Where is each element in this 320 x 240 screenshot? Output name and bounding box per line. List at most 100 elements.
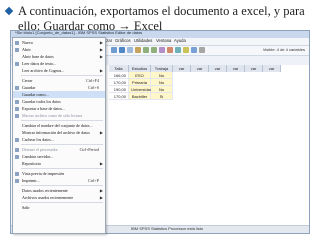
table-cell[interactable]: No [151,72,173,79]
column-header[interactable]: Talla [109,65,129,72]
menu-item-label: Cerrar [22,78,33,83]
table-cell[interactable]: Sí [151,93,173,100]
menu-item-abrir[interactable]: Abrir ▶ [13,46,105,53]
menu-item-label: Archivos usados recientemente [22,195,74,200]
column-header[interactable]: var [227,65,245,72]
table-cell[interactable]: 170,00 [109,79,129,86]
insert-cases-icon[interactable] [183,47,189,53]
submenu-arrow-icon: ▶ [99,130,103,135]
redo-icon[interactable] [151,47,157,53]
split-file-icon[interactable] [199,47,205,53]
menu-item-label: Vista previa de impresión [22,171,64,176]
open-icon [15,47,19,52]
column-header[interactable]: Trabaja [151,65,173,72]
menu-item-leer-cognos[interactable]: Leer archivo de Cognos... ▶ [13,67,105,74]
insert-variable-icon[interactable] [191,47,197,53]
table-cell[interactable]: Primaria [129,79,151,86]
menu-separator [21,168,103,169]
menu-item-label: Repositorio [22,161,42,166]
menu-shortcut: Ctrl+F4 [85,78,99,83]
variables-icon[interactable] [167,47,173,53]
menu-item-label: Exportar a base de datos... [22,106,66,111]
menu-item-archivos-recientes[interactable]: Archivos usados recientemente ▶ [13,194,105,201]
menu-item-exportar-bd[interactable]: Exportar a base de datos... [13,105,105,112]
table-cell[interactable]: ESO [129,72,151,79]
table-cell[interactable]: No [151,86,173,93]
column-header[interactable]: var [209,65,227,72]
column-header[interactable]: Estudios [129,65,151,72]
submenu-arrow-icon: ▶ [99,54,103,59]
menu-item-renombrar-conjunto[interactable]: Cambiar el nombre del conjunto de datos.… [13,122,105,129]
menu-item-imprimir[interactable]: Imprimir... Ctrl+P [13,177,105,184]
menu-item-cambiar-servidor[interactable]: Cambiar servidor... [13,153,105,160]
menu-item-label: Leer datos de texto... [22,61,57,66]
menu-item-salir[interactable]: Salir [13,204,105,211]
menu-item-label: Guardar todos los datos [22,99,61,104]
menu-utilidades[interactable]: Utilidades [134,38,152,43]
menu-item-label: Guardar como... [22,92,49,97]
menu-separator [21,202,103,203]
open-icon[interactable] [111,47,117,53]
undo-icon[interactable] [143,47,149,53]
menu-item-label: Cambiar servidor... [22,154,54,159]
menu-item-label: Detener el procesador [22,147,58,152]
menu-item-guardar-todos[interactable]: Guardar todos los datos [13,98,105,105]
goto-case-icon[interactable] [159,47,165,53]
bullet-icon [4,6,14,16]
menu-ayuda[interactable]: Ayuda [174,38,186,43]
menu-item-repositorio[interactable]: Repositorio ▶ [13,160,105,167]
table-cell[interactable]: 166,00 [109,72,129,79]
menu-item-label: Cachear los datos... [22,137,54,142]
table-cell[interactable]: 190,00 [109,86,129,93]
table-cell[interactable]: Universidad [129,86,152,93]
menu-item-leer-texto[interactable]: Leer datos de texto... [13,60,105,67]
menu-item-label: Guardar [22,85,36,90]
column-header[interactable]: var [191,65,209,72]
recall-dialog-icon[interactable] [135,47,141,53]
menu-item-label: Cambiar el nombre del conjunto de datos.… [22,123,93,128]
menu-item-nuevo[interactable]: Nuevo ▶ [13,39,105,46]
save-icon[interactable] [119,47,125,53]
menu-item-solo-lectura[interactable]: Marcar archivo como de sólo lectura [13,112,105,119]
menu-shortcut: Ctrl+P [88,178,99,183]
menu-item-cachear[interactable]: Cachear los datos... [13,136,105,143]
stop-icon [15,147,19,152]
print-preview-icon [15,171,19,176]
menu-item-datos-recientes[interactable]: Datos usados recientemente ▶ [13,187,105,194]
table-cell[interactable]: No [151,79,173,86]
menu-graficos[interactable]: Gráficos [115,38,131,43]
menu-item-label: Datos usados recientemente [22,188,68,193]
menu-ventana[interactable]: Ventana [156,38,171,43]
table-cell[interactable]: 170,00 [109,93,129,100]
menu-item-label: Abrir base de datos [22,54,54,59]
menu-item-abrir-base-datos[interactable]: Abrir base de datos ▶ [13,53,105,60]
menu-item-guardar-como[interactable]: Guardar como... [13,91,105,98]
menu-separator [21,75,103,76]
column-header[interactable]: var [173,65,191,72]
print-icon [15,178,19,183]
menu-item-label: Mostrar información del archivo de datos [22,130,90,135]
menu-separator [21,120,103,121]
print-icon[interactable] [127,47,133,53]
menu-item-detener[interactable]: Detener el procesador Ctrl+Period [13,146,105,153]
submenu-arrow-icon: ▶ [99,195,103,200]
menu-item-vista-previa[interactable]: Vista previa de impresión [13,170,105,177]
menu-item-info-archivo[interactable]: Mostrar información del archivo de datos… [13,129,105,136]
text-data-icon [15,61,19,66]
menu-item-cerrar[interactable]: Cerrar Ctrl+F4 [13,77,105,84]
find-icon[interactable] [175,47,181,53]
column-header[interactable]: var [245,65,263,72]
file-menu: Nuevo ▶ Abrir ▶ Abrir base de datos ▶ Leer … [12,37,106,234]
table-cell[interactable]: Bachiller [129,93,151,100]
menu-item-label: Imprimir... [22,178,40,183]
cache-icon [15,137,19,142]
column-header[interactable]: var [263,65,281,72]
submenu-arrow-icon: ▶ [99,161,103,166]
status-text: IBM SPSS Statistics Processor está listo [131,226,204,231]
save-all-icon [15,99,19,104]
menu-item-label: Nuevo [22,40,33,45]
submenu-arrow-icon: ▶ [99,188,103,193]
menu-shortcut: Ctrl+Period [79,147,99,152]
bullet-text: A continuación, exportamos el documento … [18,4,305,33]
menu-item-guardar[interactable]: Guardar Ctrl+S [13,84,105,91]
